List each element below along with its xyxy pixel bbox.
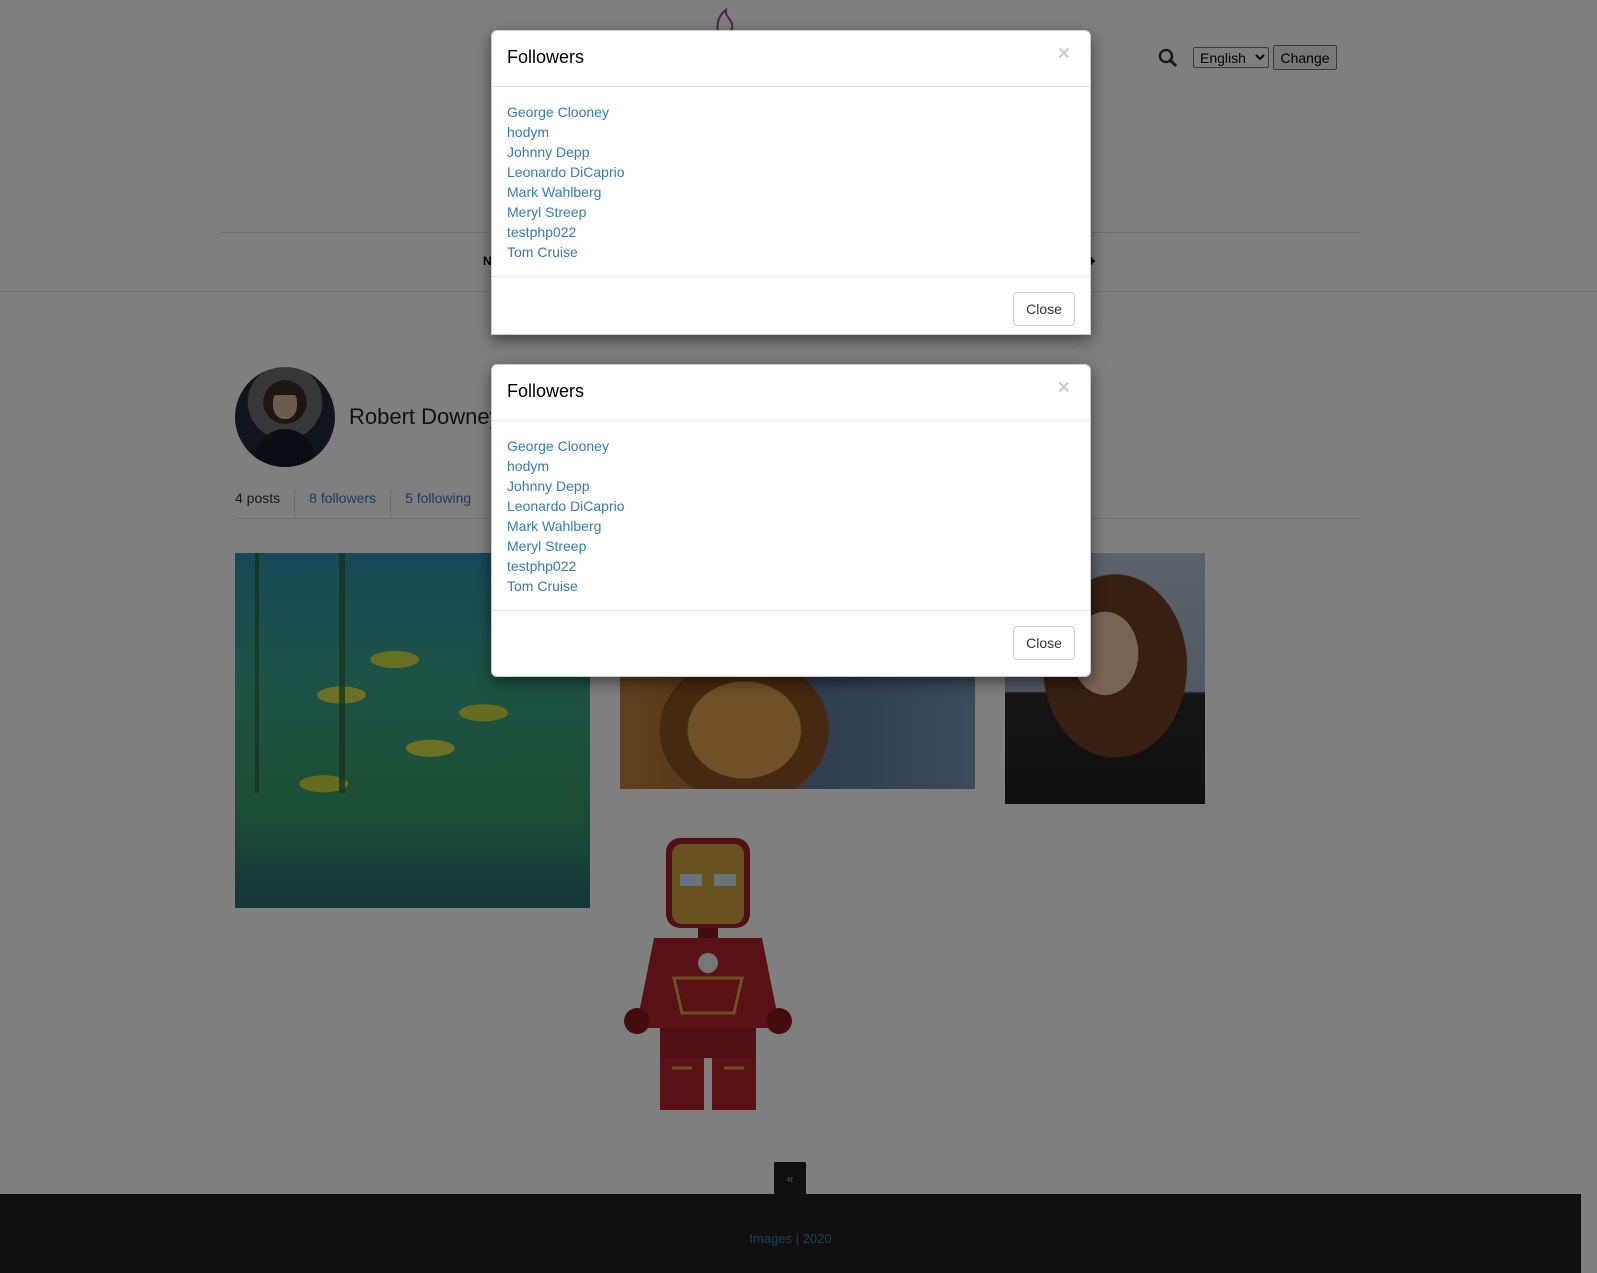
followers-modal: Followers × George Clooney hodym Johnny …: [491, 30, 1091, 335]
follower-link[interactable]: Meryl Streep: [507, 536, 1075, 556]
follower-link[interactable]: testphp022: [507, 556, 1075, 576]
modal-header: Followers ×: [492, 31, 1090, 87]
follower-link[interactable]: Tom Cruise: [507, 576, 1075, 596]
follower-link[interactable]: Tom Cruise: [507, 242, 1075, 262]
follower-link[interactable]: George Clooney: [507, 436, 1075, 456]
follower-link[interactable]: Mark Wahlberg: [507, 182, 1075, 202]
close-button[interactable]: Close: [1013, 292, 1075, 326]
follower-link[interactable]: testphp022: [507, 222, 1075, 242]
follower-link[interactable]: Johnny Depp: [507, 476, 1075, 496]
modal-title: Followers: [507, 381, 585, 401]
follower-link[interactable]: hodym: [507, 122, 1075, 142]
follower-link[interactable]: Leonardo DiCaprio: [507, 162, 1075, 182]
follower-link[interactable]: George Clooney: [507, 102, 1075, 122]
close-icon[interactable]: ×: [1058, 43, 1070, 64]
modal-header: Followers ×: [492, 365, 1090, 421]
followers-list: George Clooney hodym Johnny Depp Leonard…: [492, 421, 1090, 610]
follower-link[interactable]: Johnny Depp: [507, 142, 1075, 162]
close-button[interactable]: Close: [1013, 626, 1075, 660]
follower-link[interactable]: Meryl Streep: [507, 202, 1075, 222]
followers-list: George Clooney hodym Johnny Depp Leonard…: [492, 87, 1090, 276]
follower-link[interactable]: Mark Wahlberg: [507, 516, 1075, 536]
modal-title: Followers: [507, 47, 585, 67]
modal-footer: Close: [492, 276, 1090, 334]
modal-footer: Close: [492, 610, 1090, 675]
followers-modal: Followers × George Clooney hodym Johnny …: [491, 364, 1091, 677]
follower-link[interactable]: hodym: [507, 456, 1075, 476]
close-icon[interactable]: ×: [1058, 377, 1070, 398]
follower-link[interactable]: Leonardo DiCaprio: [507, 496, 1075, 516]
